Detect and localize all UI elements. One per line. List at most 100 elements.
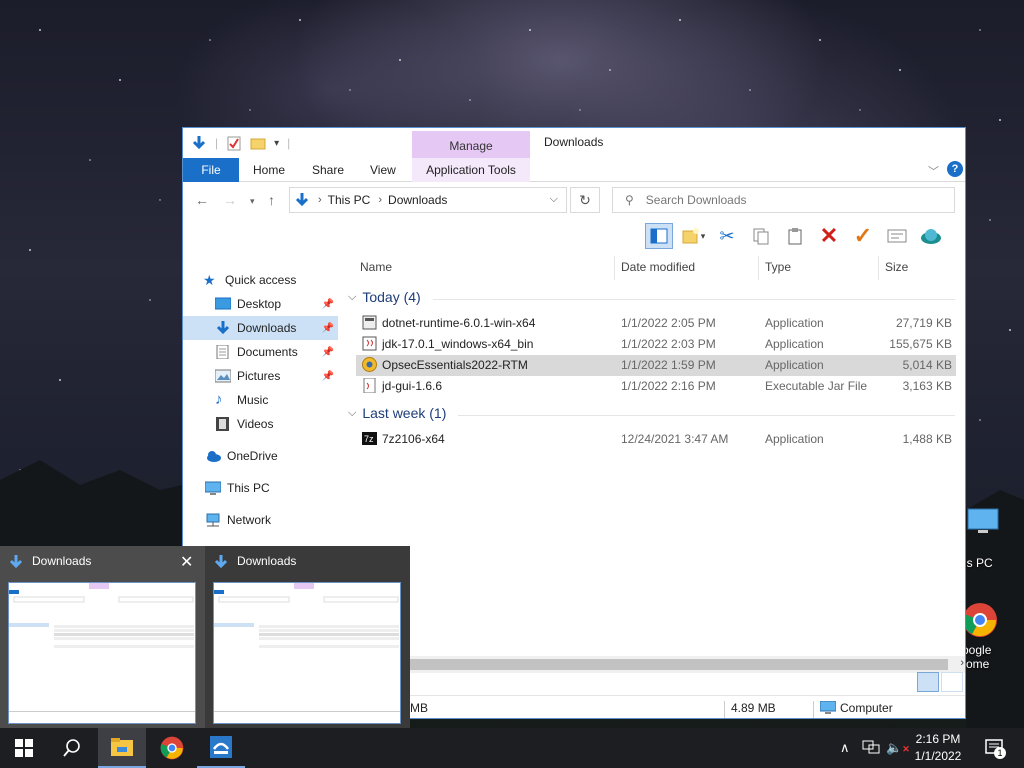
- network-icon[interactable]: [862, 740, 880, 756]
- properties-icon[interactable]: [226, 135, 242, 151]
- taskbar-chrome[interactable]: [148, 728, 196, 768]
- java-installer-icon: [362, 336, 377, 351]
- back-arrow-icon[interactable]: ←: [195, 192, 209, 208]
- file-name: dotnet-runtime-6.0.1-win-x64: [382, 316, 536, 330]
- help-icon[interactable]: ?: [947, 161, 963, 177]
- address-dropdown-chevron-icon[interactable]: ⌵: [550, 193, 558, 206]
- qat-separator: |: [287, 136, 291, 150]
- ribbon-expand-chevron-icon[interactable]: ﹀: [928, 163, 939, 179]
- tab-share[interactable]: Share: [312, 158, 344, 182]
- sidebar-item-label: OneDrive: [227, 449, 278, 463]
- desktop-icon-this-pc[interactable]: is PC: [964, 505, 1000, 570]
- up-arrow-icon[interactable]: ↑: [268, 192, 275, 208]
- column-header-type[interactable]: Type: [765, 260, 791, 274]
- sidebar-item-videos[interactable]: Videos: [183, 412, 338, 436]
- search-box[interactable]: ⚲ Search Downloads: [612, 187, 955, 213]
- file-type: Application: [765, 337, 824, 351]
- group-divider: [458, 415, 955, 416]
- paste-icon[interactable]: [781, 223, 809, 249]
- group-header-today[interactable]: ⌵ Today (4): [348, 289, 421, 305]
- status-location: Computer: [840, 701, 893, 715]
- videos-icon: [216, 417, 229, 431]
- column-divider[interactable]: [758, 256, 759, 280]
- start-button[interactable]: [0, 728, 48, 768]
- manage-tab[interactable]: Manage: [412, 131, 530, 158]
- sidebar-item-network[interactable]: Network: [183, 508, 338, 532]
- network-globe-icon[interactable]: [917, 223, 945, 249]
- taskbar-file-explorer[interactable]: [98, 728, 146, 768]
- thumbnail-window-1[interactable]: Downloads ✕: [0, 546, 205, 729]
- file-date: 1/1/2022 2:05 PM: [621, 316, 716, 330]
- new-item-icon[interactable]: ▾: [679, 223, 707, 249]
- large-icons-view-icon[interactable]: [941, 672, 963, 692]
- downloads-arrow-icon[interactable]: [191, 135, 207, 151]
- taskbar-installer[interactable]: [197, 728, 245, 768]
- new-folder-icon[interactable]: [250, 135, 266, 151]
- sidebar-item-label: Documents: [237, 345, 298, 359]
- breadcrumb-this-pc[interactable]: This PC: [328, 193, 371, 207]
- file-size: 1,488 KB: [902, 432, 952, 446]
- sidebar-item-documents[interactable]: Documents 📌: [183, 340, 338, 364]
- system-clock[interactable]: 2:16 PM 1/1/2022: [906, 731, 970, 765]
- qat-separator: |: [215, 136, 219, 150]
- sidebar-item-music[interactable]: ♪ Music: [183, 388, 338, 412]
- status-size: 4.89 MB: [731, 701, 776, 715]
- column-divider[interactable]: [878, 256, 879, 280]
- desktop-icon-chrome[interactable]: oogle rome: [962, 602, 998, 671]
- sidebar-item-label: Network: [227, 513, 272, 527]
- windows-start-icon: [15, 739, 33, 757]
- column-header-date-modified[interactable]: Date modified: [621, 260, 695, 274]
- file-row[interactable]: jd-gui-1.6.6 1/1/2022 2:16 PM Executable…: [356, 376, 956, 397]
- delete-icon[interactable]: ✕: [815, 223, 843, 249]
- tab-view[interactable]: View: [370, 158, 396, 182]
- scrollbar-thumb[interactable]: [398, 659, 948, 670]
- sidebar-item-quick-access[interactable]: ★ Quick access: [203, 268, 358, 292]
- collapse-chevron-icon: ⌵: [348, 406, 357, 419]
- tab-home[interactable]: Home: [253, 158, 285, 182]
- group-divider: [433, 299, 955, 300]
- column-header-size[interactable]: Size: [885, 260, 908, 274]
- notification-center-button[interactable]: 1: [984, 737, 1006, 762]
- sidebar-item-downloads[interactable]: Downloads 📌: [183, 316, 338, 340]
- column-divider[interactable]: [614, 256, 615, 280]
- breadcrumb-separator-icon: ›: [318, 194, 322, 206]
- details-view-icon[interactable]: [917, 672, 939, 692]
- qat-dropdown-icon[interactable]: ▾: [274, 138, 279, 149]
- group-header-last-week[interactable]: ⌵ Last week (1): [348, 405, 446, 421]
- pin-icon: 📌: [321, 370, 334, 382]
- file-row-selected[interactable]: OpsecEssentials2022-RTM 1/1/2022 1:59 PM…: [356, 355, 956, 376]
- file-type: Application: [765, 316, 824, 330]
- breadcrumb-downloads[interactable]: Downloads: [388, 193, 447, 207]
- recent-locations-chevron-icon[interactable]: ▾: [250, 196, 255, 207]
- rename-checkmark-icon[interactable]: ✓: [849, 223, 877, 249]
- cut-icon[interactable]: ✂: [713, 223, 741, 249]
- collapse-chevron-icon: ⌵: [348, 290, 357, 303]
- refresh-button[interactable]: ↻: [570, 187, 600, 213]
- thumbnail-window-2[interactable]: Downloads: [205, 546, 410, 729]
- sidebar-item-desktop[interactable]: Desktop 📌: [183, 292, 338, 316]
- tab-file[interactable]: File: [183, 158, 239, 182]
- copy-icon[interactable]: [747, 223, 775, 249]
- tab-application-tools[interactable]: Application Tools: [412, 158, 530, 182]
- file-row[interactable]: jdk-17.0.1_windows-x64_bin 1/1/2022 2:03…: [356, 334, 956, 355]
- sidebar-item-pictures[interactable]: Pictures 📌: [183, 364, 338, 388]
- address-bar[interactable]: › This PC › Downloads ⌵: [289, 187, 567, 213]
- file-row[interactable]: dotnet-runtime-6.0.1-win-x64 1/1/2022 2:…: [356, 313, 956, 334]
- file-size: 5,014 KB: [902, 358, 952, 372]
- sidebar-item-onedrive[interactable]: OneDrive: [183, 444, 338, 468]
- documents-icon: [216, 345, 229, 359]
- taskbar-search-button[interactable]: [48, 728, 96, 768]
- file-row[interactable]: 7z 7z2106-x64 12/24/2021 3:47 AM Applica…: [356, 429, 956, 450]
- column-header-name[interactable]: Name: [360, 260, 392, 274]
- sidebar-item-this-pc[interactable]: This PC: [183, 476, 338, 500]
- thumbnail-close-icon[interactable]: ✕: [180, 552, 193, 572]
- preview-pane-icon[interactable]: [645, 223, 673, 249]
- status-selection-size-fragment: MB: [410, 701, 428, 715]
- navigation-bar: ← → ▾ ↑ › This PC › Downloads ⌵ ↻ ⚲ Sear…: [183, 184, 965, 218]
- scroll-right-arrow-icon[interactable]: ›: [960, 657, 964, 669]
- chevron-up-icon[interactable]: ∧: [840, 740, 850, 756]
- search-input[interactable]: Search Downloads: [646, 193, 747, 207]
- properties-card-icon[interactable]: [883, 223, 911, 249]
- downloads-arrow-icon: [9, 555, 23, 569]
- forward-arrow-icon[interactable]: →: [223, 192, 237, 208]
